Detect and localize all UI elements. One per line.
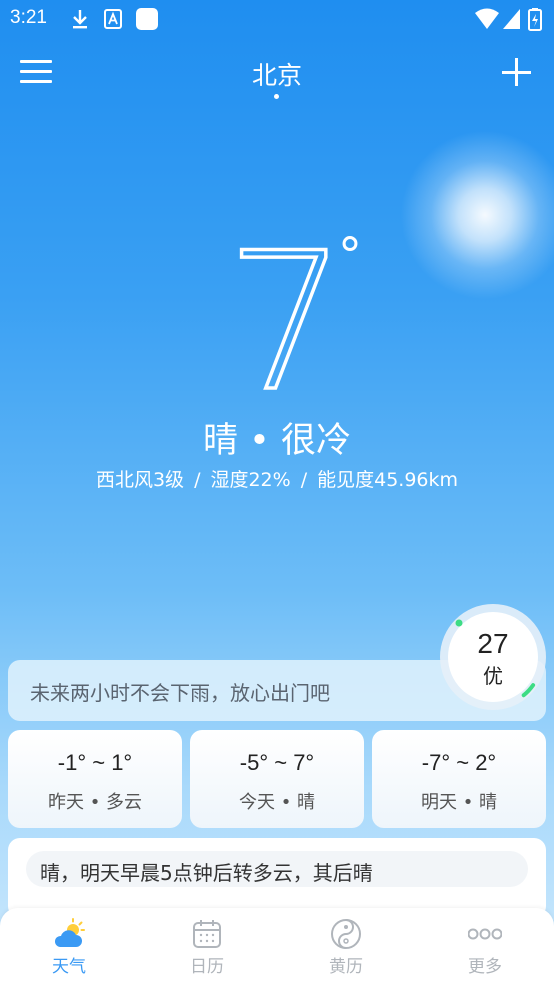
notification-icon (136, 8, 158, 30)
day-temp-range: -5° ~ 7° (239, 750, 315, 775)
day-description: 今天 • 晴 (238, 792, 316, 813)
nav-label: 黄历 (329, 957, 363, 977)
aqi-level: 优 (483, 664, 503, 688)
separator: / (194, 469, 201, 491)
aqi-badge[interactable]: 27 优 (440, 604, 546, 710)
app-store-icon (104, 9, 122, 29)
temperature-display: 7 ° (226, 236, 362, 406)
bottom-nav: 天气 日历 黄历 更多 (0, 908, 554, 984)
day-description: 昨天 • 多云 (47, 792, 143, 813)
add-city-icon[interactable] (500, 56, 532, 88)
day-card-today[interactable]: -5° ~ 7° 今天 • 晴 (190, 730, 364, 828)
nav-tab-more[interactable]: 更多 (435, 918, 535, 980)
yin-yang-icon (331, 919, 361, 949)
sun-icon (400, 130, 554, 300)
more-icon (468, 928, 502, 940)
battery-icon (528, 8, 542, 31)
humidity-info: 湿度22% (210, 469, 291, 491)
day-temp-range: -7° ~ 2° (421, 750, 497, 775)
day-card-tomorrow[interactable]: -7° ~ 2° 明天 • 晴 (372, 730, 546, 828)
nav-tab-calendar[interactable]: 日历 (157, 918, 257, 980)
nav-label: 日历 (190, 957, 224, 977)
day-card-yesterday[interactable]: -1° ~ 1° 昨天 • 多云 (8, 730, 182, 828)
visibility-info: 能见度45.96km (317, 469, 459, 491)
nav-label: 天气 (52, 957, 86, 977)
temperature-value: 7 (226, 236, 347, 406)
day-temp-range: -1° ~ 1° (57, 750, 133, 775)
forecast-summary-pill: 晴，明天早晨5点钟后转多云，其后晴 (26, 851, 528, 887)
wifi-icon (475, 8, 499, 29)
status-time: 3:21 (10, 7, 47, 28)
forecast-summary-card[interactable]: 晴，明天早晨5点钟后转多云，其后晴 (8, 838, 546, 918)
separator: / (300, 469, 308, 491)
download-icon (73, 10, 87, 29)
weather-icon (54, 918, 85, 947)
forecast-summary-text: 晴，明天早晨5点钟后转多云，其后晴 (40, 861, 373, 885)
calendar-icon (193, 920, 221, 948)
cellular-icon (503, 9, 520, 29)
status-bar: 3:21 (0, 0, 554, 38)
nav-tab-weather[interactable]: 天气 (19, 918, 119, 980)
weather-details: 西北风3级 / 湿度22% / 能见度45.96km (0, 465, 554, 492)
nav-tab-almanac[interactable]: 黄历 (296, 918, 396, 980)
page-indicator-dot (274, 94, 279, 99)
aqi-value: 27 (477, 628, 509, 659)
rain-forecast-text: 未来两小时不会下雨，放心出门吧 (30, 681, 330, 705)
weather-condition: 晴 • 很冷 (203, 421, 351, 461)
nav-label: 更多 (468, 957, 502, 977)
aqi-start-dot (455, 619, 463, 627)
day-description: 明天 • 晴 (420, 792, 498, 813)
city-title[interactable]: 北京 (0, 56, 554, 92)
degree-symbol: ° (338, 236, 362, 284)
wind-info: 西北风3级 (95, 469, 185, 491)
